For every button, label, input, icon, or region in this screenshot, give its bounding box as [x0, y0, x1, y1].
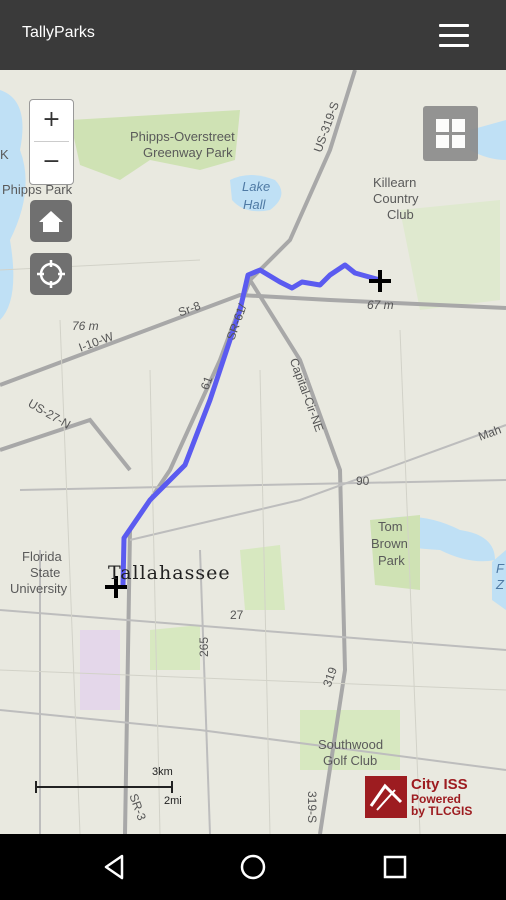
hamburger-menu-icon[interactable] [436, 22, 472, 50]
map-label-edge-k: K [0, 147, 9, 162]
map-label-lake-hall-1: Lake [242, 179, 271, 194]
crosshair-icon [37, 260, 65, 288]
recents-square-icon[interactable] [380, 852, 410, 882]
map-label-southwood-2: Golf Club [323, 753, 378, 768]
map-label-90: 90 [356, 474, 370, 488]
grid-icon [436, 119, 465, 148]
scale-mi-label: 2mi [164, 795, 182, 807]
map-label-killearn-1: Killearn [373, 175, 417, 190]
map-label-phipps-park: Phipps Park [2, 182, 73, 197]
map-label-fsu-3: University [10, 581, 68, 596]
app-title: TallyParks [22, 24, 95, 41]
map-label-elev-76: 76 m [72, 319, 99, 333]
map-label-greenway-park: Greenway Park [143, 145, 233, 160]
map-label-fsu-1: Florida [22, 549, 62, 564]
zoom-control: + − [29, 99, 74, 185]
home-button[interactable] [30, 200, 72, 242]
zoom-out-button[interactable]: − [30, 142, 73, 183]
city-iss-logo-mark [365, 776, 407, 818]
city-iss-logo: City ISS Powered by TLCGIS [365, 776, 485, 820]
map-label-city: Tallahassee [108, 562, 231, 584]
android-nav-bar [0, 834, 506, 900]
zoom-in-button[interactable]: + [30, 100, 73, 141]
map-label-tom-brown-2: Brown [371, 536, 408, 551]
map-label-27: 27 [230, 608, 244, 622]
map-label-edge-f: F [496, 561, 504, 576]
logo-line-3: by TLCGIS [411, 804, 473, 818]
map-label-265: 265 [197, 636, 212, 658]
map-label-killearn-3: Club [387, 207, 414, 222]
scale-bar: 3km 2mi [34, 765, 184, 807]
back-icon[interactable] [100, 852, 130, 882]
map-view[interactable]: Phipps-Overstreet Greenway Park Phipps P… [0, 70, 506, 834]
home-circle-icon[interactable] [238, 852, 268, 882]
map-label-319-s: 319-S [305, 790, 320, 824]
logo-line-1: City ISS [411, 776, 468, 793]
home-icon [39, 211, 63, 232]
map-label-edge-z: Z [496, 577, 504, 592]
app-bar: TallyParks [0, 0, 506, 70]
map-label-fsu-2: State [30, 565, 61, 580]
map-label-tom-brown-3: Park [378, 553, 405, 568]
map-label-tom-brown-1: Tom [378, 519, 403, 534]
basemap-gallery-button[interactable] [423, 106, 478, 161]
map-label-phipps-overstreet: Phipps-Overstreet [130, 129, 235, 144]
map-label-lake-hall-2: Hall [243, 197, 266, 212]
map-label-southwood-1: Southwood [318, 737, 384, 752]
scale-km-label: 3km [152, 766, 173, 778]
map-label-killearn-2: Country [373, 191, 419, 206]
map-label-elev-67: 67 m [367, 298, 394, 312]
locate-button[interactable] [30, 253, 72, 295]
